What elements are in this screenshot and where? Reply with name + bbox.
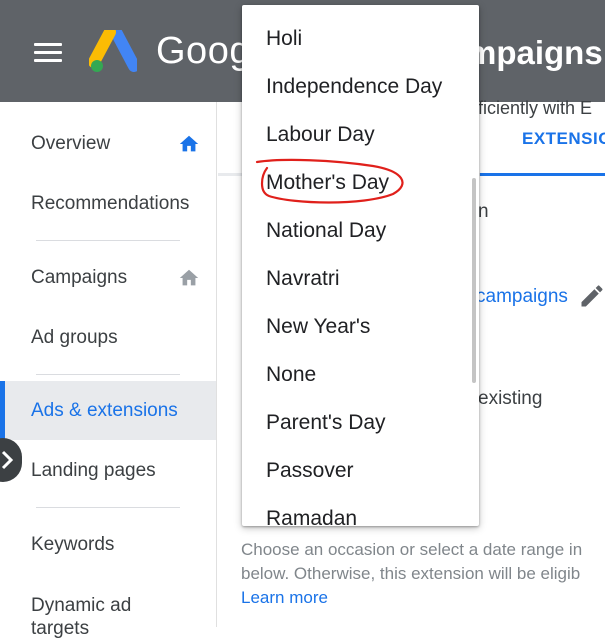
sidebar-item-label: Recommendations	[31, 193, 190, 214]
sidebar-item-label: Overview	[31, 133, 111, 154]
sidebar-item-landing-pages[interactable]: Landing pages	[0, 443, 216, 499]
sidebar-item-label: Ad groups	[31, 327, 118, 348]
sidebar-item-label: Keywords	[31, 534, 115, 555]
menu-option-independence-day[interactable]: Independence Day	[242, 63, 472, 111]
sidebar-item-recommendations[interactable]: Recommendations	[0, 176, 216, 232]
menu-option-none[interactable]: None	[242, 351, 472, 399]
sidebar-nav: Overview Recommendations Campaigns Ad gr…	[0, 102, 217, 639]
sidebar-item-overview[interactable]: Overview	[0, 116, 216, 172]
menu-option-label: None	[266, 363, 317, 386]
menu-option-label: Parent's Day	[266, 411, 386, 434]
sidebar-item-dynamic-ad-targets[interactable]: Dynamic ad targets	[0, 577, 216, 639]
chevron-right-icon	[1, 450, 14, 470]
menu-option-label: Ramadan	[266, 507, 358, 526]
dropdown-scrollbar[interactable]	[472, 178, 476, 383]
learn-more-link[interactable]: Learn more	[241, 588, 328, 608]
menu-option-parents-day[interactable]: Parent's Day	[242, 399, 472, 447]
menu-option-label: Passover	[266, 459, 354, 482]
subtitle-text: ficiently with E	[478, 98, 593, 118]
sidebar-divider	[36, 507, 180, 508]
campaigns-link[interactable]: campaigns	[476, 286, 568, 308]
menu-option-new-years[interactable]: New Year's	[242, 303, 472, 351]
home-icon	[179, 269, 199, 286]
sidebar-item-label: Ads & extensions	[31, 399, 178, 421]
menu-option-navratri[interactable]: Navratri	[242, 255, 472, 303]
sidebar-item-keywords[interactable]: Keywords	[0, 517, 216, 573]
menu-option-labour-day[interactable]: Labour Day	[242, 111, 472, 159]
sidebar-item-label: Campaigns	[31, 267, 128, 288]
occasion-dropdown-menu[interactable]: Holi Independence Day Labour Day Mother'…	[242, 5, 479, 526]
tab-active-indicator	[480, 173, 605, 176]
help-text-line: Choose an occasion or select a date rang…	[241, 540, 583, 559]
google-ads-logo	[89, 30, 137, 72]
sidebar-item-ads-extensions[interactable]: Ads & extensions	[0, 381, 216, 440]
sidebar-item-label: Dynamic ad	[31, 595, 132, 616]
menu-option-label: Navratri	[266, 267, 340, 290]
sidebar-divider	[36, 374, 180, 375]
menu-option-holi[interactable]: Holi	[242, 15, 472, 63]
sidebar-item-campaigns[interactable]: Campaigns	[0, 250, 216, 306]
sidebar-item-label: Landing pages	[31, 460, 156, 481]
menu-option-label: Independence Day	[266, 75, 443, 98]
field-label-fragment: n	[478, 201, 489, 222]
sidebar-item-label: targets	[31, 618, 90, 639]
menu-option-mothers-day[interactable]: Mother's Day	[242, 159, 472, 207]
active-indicator	[0, 381, 5, 440]
menu-option-passover[interactable]: Passover	[242, 447, 472, 495]
edit-icon[interactable]	[578, 282, 605, 310]
menu-option-label: Holi	[266, 27, 303, 50]
menu-option-label: Labour Day	[266, 123, 375, 146]
menu-option-national-day[interactable]: National Day	[242, 207, 472, 255]
existing-text: existing	[478, 388, 543, 409]
menu-option-label: Mother's Day	[266, 171, 390, 194]
home-icon	[179, 135, 199, 152]
tab-extensions[interactable]: EXTENSIO	[522, 129, 605, 149]
menu-icon[interactable]	[34, 43, 62, 63]
sidebar-item-ad-groups[interactable]: Ad groups	[0, 310, 216, 366]
menu-option-label: New Year's	[266, 315, 371, 338]
brand-name: Goog	[156, 30, 251, 72]
page-title: mpaigns	[467, 34, 603, 71]
sidebar-divider	[36, 240, 180, 241]
menu-option-label: National Day	[266, 219, 387, 242]
menu-option-ramadan[interactable]: Ramadan	[242, 495, 472, 526]
help-text-line: below. Otherwise, this extension will be…	[241, 564, 581, 583]
